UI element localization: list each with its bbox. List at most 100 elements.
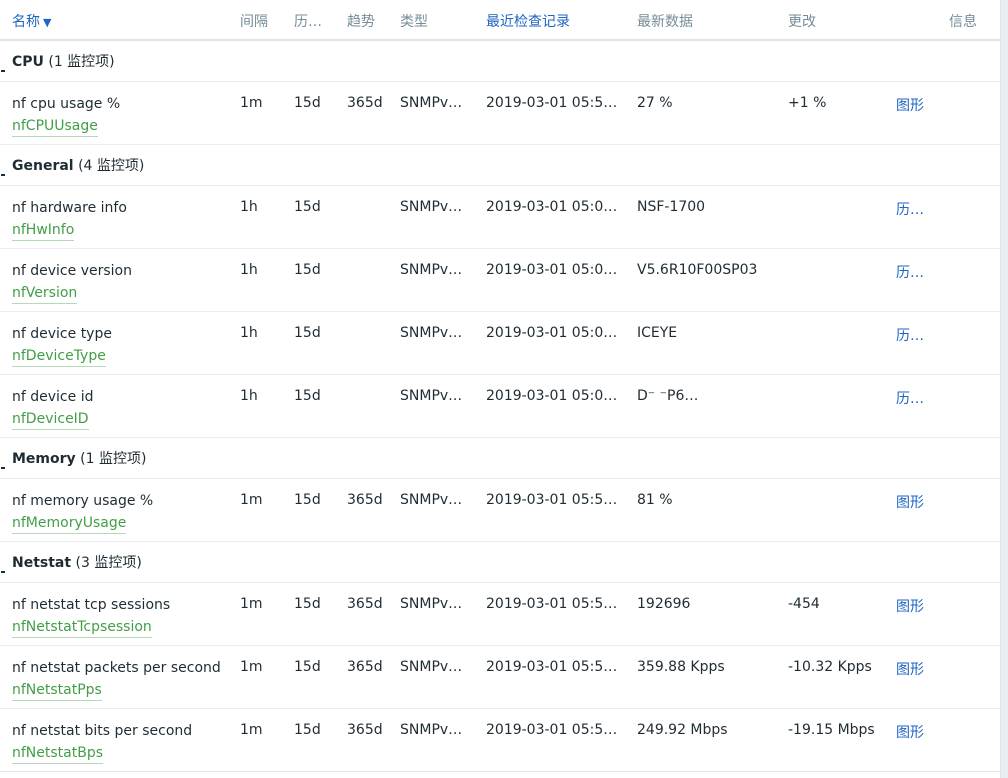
item-key-link[interactable]: nfNetstatPps <box>12 681 102 701</box>
item-type: SNMPv… <box>388 248 474 312</box>
item-trends <box>335 185 388 249</box>
column-header-last-check[interactable]: 最近检查记录 <box>474 0 625 41</box>
item-row: nf netstat packets per second nfNetstatP… <box>0 645 1000 709</box>
item-info <box>937 311 1000 375</box>
column-header-change: 更改 <box>776 0 884 41</box>
item-info <box>937 374 1000 438</box>
group-cell[interactable]: General (4 监控项) <box>0 144 1000 186</box>
item-key-link[interactable]: nfNetstatTcpsession <box>12 618 152 638</box>
item-row: nf netstat tcp sessions nfNetstatTcpsess… <box>0 582 1000 646</box>
item-last-check: 2019-03-01 05:5… <box>474 645 625 709</box>
item-interval: 1h <box>228 311 282 375</box>
item-last-value: 192696 <box>625 582 776 646</box>
item-action-link[interactable]: 历… <box>884 248 937 312</box>
column-header-name-label: 名称 <box>12 13 40 30</box>
item-action-link[interactable]: 图形 <box>884 81 937 145</box>
item-row: nf device type nfDeviceType 1h 15d SNMPv… <box>0 311 1000 375</box>
item-name: nf device version <box>12 263 132 279</box>
column-header-action <box>884 0 937 41</box>
item-row: nf cpu usage % nfCPUUsage 1m 15d 365d SN… <box>0 81 1000 145</box>
item-last-check: 2019-03-01 05:0… <box>474 248 625 312</box>
item-history: 15d <box>282 708 335 772</box>
item-last-value: 359.88 Kpps <box>625 645 776 709</box>
column-header-name[interactable]: 名称 ▼ <box>0 0 228 41</box>
group-count: (1 监控项) <box>48 54 115 70</box>
item-history: 15d <box>282 81 335 145</box>
item-row: nf device id nfDeviceID 1h 15d SNMPv… 20… <box>0 374 1000 438</box>
item-last-check: 2019-03-01 05:0… <box>474 185 625 249</box>
item-action-link[interactable]: 图形 <box>884 582 937 646</box>
group-count: (4 监控项) <box>78 158 145 174</box>
group-name: Memory <box>12 451 76 467</box>
item-interval: 1m <box>228 645 282 709</box>
item-last-value: 249.92 Mbps <box>625 708 776 772</box>
item-key-link[interactable]: nfDeviceType <box>12 347 106 367</box>
column-header-type: 类型 <box>388 0 474 41</box>
item-name: nf device id <box>12 389 94 405</box>
collapse-toggle-icon[interactable] <box>1 70 5 72</box>
item-history: 15d <box>282 311 335 375</box>
item-name-cell: nf device id nfDeviceID <box>0 374 228 438</box>
item-key-link[interactable]: nfNetstatBps <box>12 744 104 764</box>
collapse-toggle-icon[interactable] <box>1 467 5 469</box>
group-row: CPU (1 监控项) <box>0 40 1000 82</box>
item-trends <box>335 248 388 312</box>
item-action-link[interactable]: 图形 <box>884 478 937 542</box>
group-name: General <box>12 158 74 174</box>
item-action-link[interactable]: 历… <box>884 311 937 375</box>
item-trends: 365d <box>335 708 388 772</box>
item-history: 15d <box>282 645 335 709</box>
item-change <box>776 185 884 249</box>
item-change <box>776 374 884 438</box>
item-change <box>776 478 884 542</box>
group-count: (1 监控项) <box>80 451 147 467</box>
item-type: SNMPv… <box>388 81 474 145</box>
item-interval: 1m <box>228 582 282 646</box>
item-change <box>776 311 884 375</box>
sort-desc-icon: ▼ <box>43 15 52 29</box>
column-header-history: 历… <box>282 0 335 41</box>
item-history: 15d <box>282 478 335 542</box>
item-trends <box>335 311 388 375</box>
group-cell[interactable]: Memory (1 监控项) <box>0 437 1000 479</box>
item-action-link[interactable]: 图形 <box>884 708 937 772</box>
group-row: Memory (1 监控项) <box>0 437 1000 479</box>
group-count: (3 监控项) <box>75 555 142 571</box>
item-action-link[interactable]: 历… <box>884 185 937 249</box>
item-action-link[interactable]: 历… <box>884 374 937 438</box>
item-history: 15d <box>282 185 335 249</box>
item-name-cell: nf cpu usage % nfCPUUsage <box>0 81 228 145</box>
group-cell[interactable]: CPU (1 监控项) <box>0 40 1000 82</box>
item-type: SNMPv… <box>388 311 474 375</box>
item-key-link[interactable]: nfDeviceID <box>12 410 89 430</box>
item-name-cell: nf memory usage % nfMemoryUsage <box>0 478 228 542</box>
item-last-check: 2019-03-01 05:5… <box>474 81 625 145</box>
item-info <box>937 645 1000 709</box>
item-last-check: 2019-03-01 05:5… <box>474 478 625 542</box>
item-interval: 1m <box>228 478 282 542</box>
item-interval: 1h <box>228 374 282 438</box>
collapse-toggle-icon[interactable] <box>1 571 5 573</box>
item-interval: 1m <box>228 708 282 772</box>
item-last-value: V5.6R10F00SP03 <box>625 248 776 312</box>
item-key-link[interactable]: nfHwInfo <box>12 221 75 241</box>
item-key-link[interactable]: nfCPUUsage <box>12 117 98 137</box>
column-header-info: 信息 <box>937 0 1000 41</box>
item-key-link[interactable]: nfVersion <box>12 284 78 304</box>
item-change: +1 % <box>776 81 884 145</box>
item-name-cell: nf netstat packets per second nfNetstatP… <box>0 645 228 709</box>
item-interval: 1m <box>228 81 282 145</box>
item-last-value: D⁻ ⁻P6… <box>625 374 776 438</box>
item-type: SNMPv… <box>388 645 474 709</box>
item-action-link[interactable]: 图形 <box>884 645 937 709</box>
item-interval: 1h <box>228 248 282 312</box>
item-name-cell: nf hardware info nfHwInfo <box>0 185 228 249</box>
item-name-cell: nf netstat bits per second nfNetstatBps <box>0 708 228 772</box>
table-header: 名称 ▼ 间隔 历… 趋势 类型 最近检查记录 最新数据 更改 信息 <box>0 0 1000 41</box>
collapse-toggle-icon[interactable] <box>1 174 5 176</box>
item-info <box>937 185 1000 249</box>
item-history: 15d <box>282 582 335 646</box>
group-cell[interactable]: Netstat (3 监控项) <box>0 541 1000 583</box>
item-info <box>937 478 1000 542</box>
item-key-link[interactable]: nfMemoryUsage <box>12 514 127 534</box>
